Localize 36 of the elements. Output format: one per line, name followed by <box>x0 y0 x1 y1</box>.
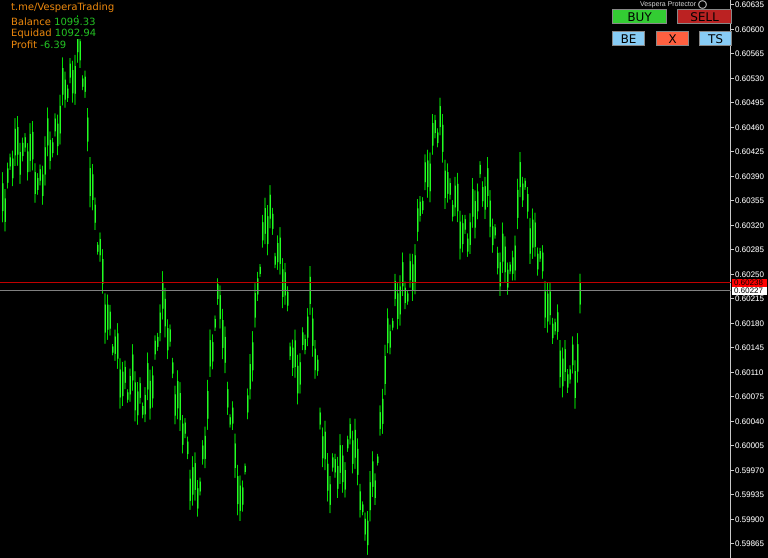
price-label: 0.60250 <box>735 270 764 278</box>
price-label: 0.60320 <box>735 222 764 230</box>
be-button[interactable]: BE <box>612 31 645 46</box>
price-label: 0.59900 <box>735 516 764 524</box>
price-label: 0.60145 <box>735 344 764 352</box>
price-label: 0.60425 <box>735 148 764 156</box>
price-label: 0.60285 <box>735 246 764 254</box>
account-label: Balance <box>11 16 51 28</box>
price-label: 0.60530 <box>735 74 764 82</box>
account-value: 1099.33 <box>54 16 96 28</box>
price-label: 0.60635 <box>735 1 764 9</box>
price-label: 0.60495 <box>735 99 764 107</box>
bid-price-tag: 0.60227 <box>732 287 767 296</box>
price-label: 0.60215 <box>735 295 764 303</box>
price-label: 0.60180 <box>735 320 764 328</box>
telegram-link[interactable]: t.me/VesperaTrading <box>11 2 114 14</box>
price-label: 0.60460 <box>735 124 764 132</box>
account-label: Equidad <box>11 28 52 39</box>
price-label: 0.60110 <box>735 368 764 376</box>
price-label: 0.60565 <box>735 50 764 58</box>
buy-button[interactable]: BUY <box>612 9 667 24</box>
close-button[interactable]: X <box>656 31 689 46</box>
price-label: 0.60005 <box>735 442 764 450</box>
ask-price-tag: 0.60238 <box>732 279 767 288</box>
account-label: Profit <box>11 40 38 50</box>
price-label: 0.59865 <box>735 540 764 548</box>
price-label: 0.60040 <box>735 418 764 426</box>
price-label: 0.60355 <box>735 197 764 205</box>
price-label: 0.59935 <box>735 491 764 499</box>
account-value: -6.39 <box>40 40 66 50</box>
price-label: 0.59970 <box>735 466 764 474</box>
account-value: 1092.94 <box>54 28 96 39</box>
ts-button[interactable]: TS <box>699 31 732 46</box>
price-label: 0.60075 <box>735 393 764 401</box>
price-label: 0.60600 <box>735 26 764 34</box>
price-label: 0.60390 <box>735 172 764 180</box>
